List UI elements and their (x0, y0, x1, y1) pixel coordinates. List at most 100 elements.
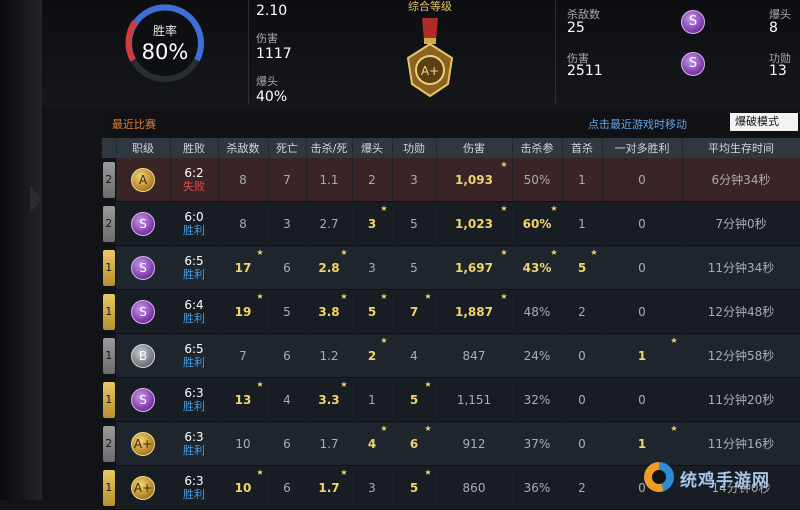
stat-cell-assist: ★ 5 (392, 465, 437, 510)
best-star-icon: ★ (500, 160, 508, 169)
best-star-icon: ★ (670, 424, 678, 433)
survive-cell: 11分钟16秒 (682, 421, 800, 466)
match-row[interactable]: 1 S 6:5 胜利 ★ 17 6 ★ 2.8 3 5 ★ 1,697 ★ 43% ★ 5 0 11分钟34秒 (102, 245, 800, 290)
match-result: 胜利 (183, 223, 205, 237)
stat-cell-assist: 4 (392, 333, 437, 378)
match-result: 胜利 (183, 267, 205, 281)
stat-cell-kills: ★ 17 (218, 245, 269, 290)
damage-label: 伤害 (256, 32, 278, 45)
stat-cell-kills: 10 (218, 421, 269, 466)
best-star-icon: ★ (424, 424, 432, 433)
stat-cell-clutch: 0 (602, 201, 683, 246)
stat-value-deaths: 4 (283, 392, 291, 407)
survive-cell: 12分钟58秒 (682, 333, 800, 378)
mode-select[interactable]: 爆破模式 (730, 113, 798, 131)
match-row[interactable]: 1 S 6:4 胜利 ★ 19 5 ★ 3.8 ★ 5 ★ 7 ★ 1,887 48% 2 0 12分钟48秒 (102, 289, 800, 334)
result-cell: 6:4 胜利 (170, 289, 219, 334)
stat-cell-clutch: ★ 1 (602, 333, 683, 378)
stat-value-hs: 5 (367, 304, 377, 319)
stat-value-hs: 3 (367, 216, 377, 231)
stat-cell-deaths: 6 (268, 465, 307, 510)
stat-value-assist: 4 (410, 348, 418, 363)
stat-value-part: 43% (522, 260, 552, 275)
stat-cell-kills: 7 (218, 333, 269, 378)
best-star-icon: ★ (256, 380, 264, 389)
stat-cell-assist: ★ 7 (392, 289, 437, 334)
stat-value-assist: 5 (409, 480, 419, 495)
stat-cell-assist: 5 (392, 201, 437, 246)
stat-cell-hs: ★ 5 (352, 289, 393, 334)
stat-divider (248, 0, 249, 104)
best-star-icon: ★ (256, 292, 264, 301)
result-cell: 6:3 胜利 (170, 465, 219, 510)
stat-cell-kd: 1.2 (306, 333, 353, 378)
row-index-badge: 1 (102, 469, 115, 506)
best-star-icon: ★ (340, 248, 348, 257)
stat-value-kd: 1.7 (318, 480, 340, 495)
stat-value-kills: 13 (234, 392, 252, 407)
stat-cell-hs: ★ 2 (352, 333, 393, 378)
stat-value-assist: 3 (410, 172, 418, 187)
stat-value-first: 1 (578, 216, 586, 231)
stat-cell-kills: ★ 19 (218, 289, 269, 334)
column-header: 胜败 (170, 138, 219, 158)
stat-cell-part: ★ 43% (512, 245, 563, 290)
stat-value-hs: 3 (368, 260, 376, 275)
stat-value-assist: 5 (409, 392, 419, 407)
stat-value-deaths: 6 (283, 348, 291, 363)
rank-grade: A+ (421, 64, 439, 78)
stat-cell-kd: ★ 2.8 (306, 245, 353, 290)
match-result: 胜利 (183, 399, 205, 413)
row-index-cell: 1 (102, 245, 117, 290)
grade-cell: S (116, 377, 171, 422)
match-result: 胜利 (183, 311, 205, 325)
stat-value-damage: 1,023 (455, 216, 493, 231)
stat-cell-kd: ★ 1.7 (306, 465, 353, 510)
match-row[interactable]: 2 S 6:0 胜利 8 3 2.7 ★ 3 5 ★ 1,023 ★ 60% 1 0 7分钟0秒 (102, 201, 800, 246)
stat-value-deaths: 6 (283, 480, 291, 495)
stat-cell-kills: 8 (218, 158, 269, 202)
grade-badge-icon: S (131, 255, 155, 280)
match-row[interactable]: 1 B 6:5 胜利 7 6 1.2 ★ 2 4 847 24% 0 ★ 1 12分钟58秒 (102, 333, 800, 378)
match-score: 6:3 (184, 429, 204, 444)
row-index-badge: 1 (102, 249, 115, 286)
row-index-badge: 2 (102, 205, 115, 242)
row-index-cell: 2 (102, 158, 117, 202)
stat-value-clutch: 0 (638, 216, 646, 231)
stat-value-hs: 2 (368, 172, 376, 187)
grade-badge-icon: S (131, 211, 155, 236)
stat-value-deaths: 7 (283, 172, 291, 187)
kd-value: 2.10 (256, 3, 288, 19)
match-result: 失败 (183, 179, 205, 193)
match-score: 6:5 (184, 341, 204, 356)
watermark-logo-icon (644, 462, 674, 492)
match-row[interactable]: 1 S 6:3 胜利 ★ 13 4 ★ 3.3 1 ★ 5 1,151 32% 0 0 11分钟20秒 (102, 377, 800, 422)
recent-matches-link[interactable]: 点击最近游戏时移动 (588, 116, 687, 132)
collapse-arrow-icon[interactable] (30, 185, 42, 213)
survive-time: 11分钟20秒 (707, 393, 775, 407)
match-score: 6:2 (184, 165, 204, 180)
stat-cell-damage: ★ 1,697 (436, 245, 513, 290)
stat-value-hs: 3 (368, 480, 376, 495)
best-star-icon: ★ (550, 248, 558, 257)
stat-cell-part: 24% (512, 333, 563, 378)
match-score: 6:3 (184, 385, 204, 400)
stat-cell-kd: ★ 3.3 (306, 377, 353, 422)
row-index-cell: 1 (102, 377, 117, 422)
stat-value-damage: 860 (462, 480, 486, 495)
stat-cell-first: ★ 5 (562, 245, 603, 290)
stat-cell-first: 1 (562, 158, 603, 202)
stat-value-first: 0 (578, 436, 586, 451)
stat-value-damage: 1,093 (455, 172, 493, 187)
row-index-cell: 1 (102, 333, 117, 378)
grade-cell: S (116, 289, 171, 334)
stat-value-assist: 7 (409, 304, 419, 319)
stat-value-first: 1 (578, 172, 586, 187)
stat-value-clutch: 0 (638, 392, 646, 407)
row-index-badge: 1 (102, 337, 115, 374)
match-row[interactable]: 2 A+ 6:3 胜利 10 6 1.7 ★ 4 ★ 6 912 37% 0 ★ 1 11分钟16秒 (102, 421, 800, 466)
match-row[interactable]: 2 A 6:2 失败 8 7 1.1 2 3 ★ 1,093 50% 1 0 6分钟34秒 (102, 158, 800, 202)
stat-cell-deaths: 6 (268, 421, 307, 466)
stat-cell-kills: ★ 10 (218, 465, 269, 510)
stat-value-part: 60% (522, 216, 552, 231)
